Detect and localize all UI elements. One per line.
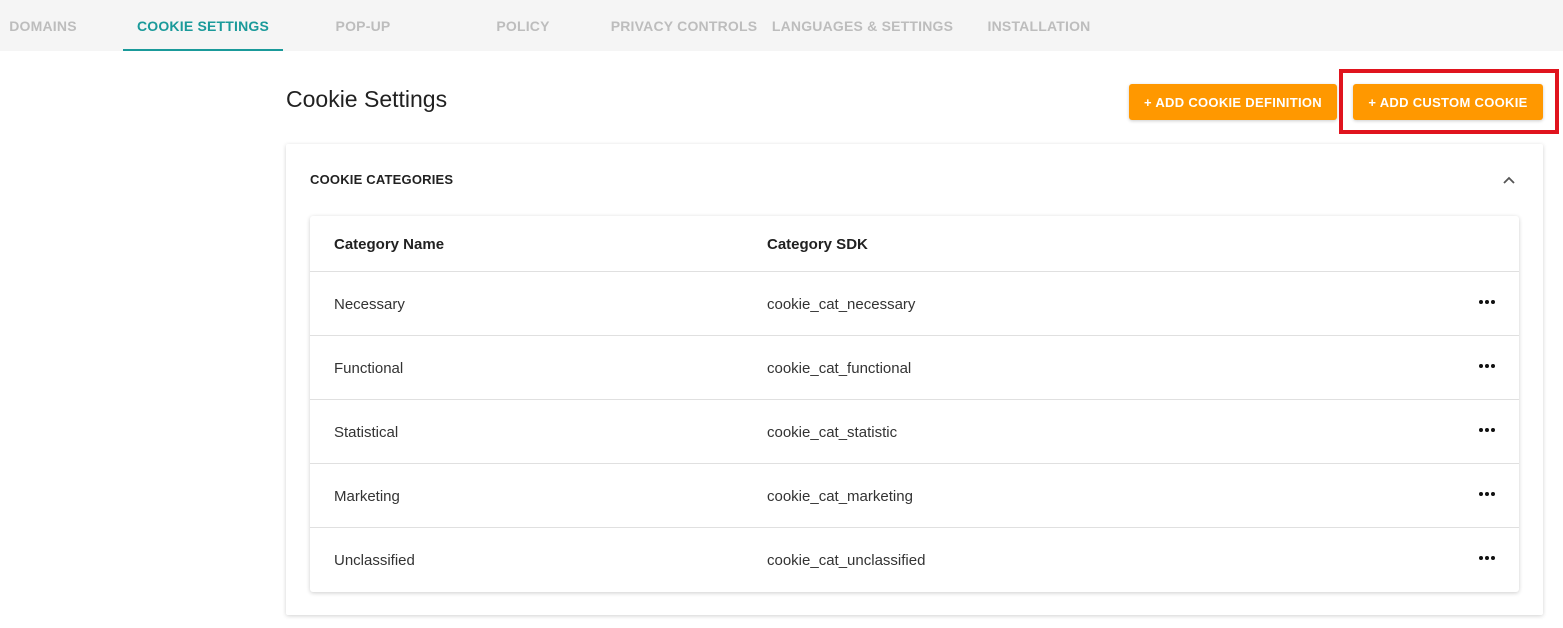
add-cookie-definition-button[interactable]: + ADD COOKIE DEFINITION: [1129, 84, 1337, 120]
tab-label: LANGUAGES & SETTINGS: [771, 17, 954, 34]
tab-privacy-controls[interactable]: PRIVACY CONTROLS: [610, 0, 758, 51]
table-row: Statistical cookie_cat_statistic: [310, 400, 1519, 464]
column-header-category-name: Category Name: [334, 235, 445, 253]
table-row: Marketing cookie_cat_marketing: [310, 464, 1519, 528]
more-horizontal-icon[interactable]: [1477, 356, 1497, 376]
highlight-annotation-box: [1339, 69, 1559, 134]
tab-cookie-settings[interactable]: COOKIE SETTINGS: [123, 0, 283, 51]
category-sdk-cell: cookie_cat_functional: [767, 359, 912, 377]
top-tab-bar: DOMAINS COOKIE SETTINGS POP-UP POLICY PR…: [0, 0, 1563, 51]
active-tab-indicator: [123, 49, 283, 51]
category-name-cell: Necessary: [334, 295, 405, 313]
category-name-cell: Marketing: [334, 487, 400, 505]
tab-policy[interactable]: POLICY: [478, 0, 568, 51]
table-row: Unclassified cookie_cat_unclassified: [310, 528, 1519, 592]
category-name-cell: Unclassified: [334, 551, 415, 569]
category-sdk-cell: cookie_cat_necessary: [767, 295, 916, 313]
tab-installation[interactable]: INSTALLATION: [985, 0, 1093, 51]
tab-domains[interactable]: DOMAINS: [0, 0, 86, 51]
table-row: Functional cookie_cat_functional: [310, 336, 1519, 400]
category-sdk-cell: cookie_cat_statistic: [767, 423, 898, 441]
tab-pop-up[interactable]: POP-UP: [318, 0, 408, 51]
tab-label: POLICY: [496, 17, 550, 34]
tab-label: POP-UP: [335, 17, 391, 34]
category-sdk-cell: cookie_cat_marketing: [767, 487, 913, 505]
tab-languages-settings[interactable]: LANGUAGES & SETTINGS: [771, 0, 954, 51]
more-horizontal-icon[interactable]: [1477, 548, 1497, 568]
page-title: Cookie Settings: [286, 86, 448, 112]
table-row: Necessary cookie_cat_necessary: [310, 272, 1519, 336]
column-header-category-sdk: Category SDK: [767, 235, 868, 253]
more-horizontal-icon[interactable]: [1477, 292, 1497, 312]
chevron-up-icon[interactable]: [1501, 172, 1517, 188]
more-horizontal-icon[interactable]: [1477, 484, 1497, 504]
tab-label: COOKIE SETTINGS: [136, 17, 270, 34]
category-name-cell: Functional: [334, 359, 404, 377]
panel-header: COOKIE CATEGORIES: [310, 172, 454, 187]
category-sdk-cell: cookie_cat_unclassified: [767, 551, 926, 569]
cookie-categories-panel: COOKIE CATEGORIES Category Name Category…: [286, 144, 1543, 615]
categories-table: Category Name Category SDK Necessary coo…: [310, 216, 1519, 592]
more-horizontal-icon[interactable]: [1477, 420, 1497, 440]
tab-label: PRIVACY CONTROLS: [610, 17, 758, 34]
tab-label: DOMAINS: [9, 17, 77, 34]
category-name-cell: Statistical: [334, 423, 399, 441]
tab-label: INSTALLATION: [987, 17, 1091, 34]
table-header-row: Category Name Category SDK: [310, 216, 1519, 272]
